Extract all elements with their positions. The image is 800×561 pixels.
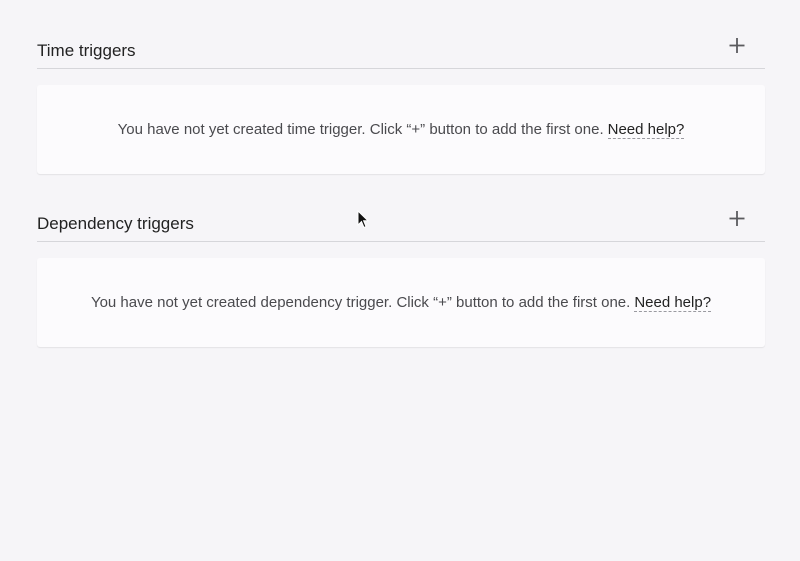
- time-triggers-empty-message: You have not yet created time trigger. C…: [117, 121, 604, 138]
- plus-icon: [729, 211, 745, 226]
- time-triggers-title: Time triggers: [37, 41, 136, 60]
- dependency-triggers-help-link[interactable]: Need help?: [634, 294, 712, 312]
- mouse-pointer-icon: [357, 210, 369, 229]
- add-dependency-trigger-button[interactable]: [723, 207, 751, 235]
- add-time-trigger-button[interactable]: [723, 34, 751, 62]
- dependency-triggers-empty-message: You have not yet created dependency trig…: [90, 294, 631, 311]
- time-triggers-header: Time triggers: [37, 34, 765, 69]
- dependency-triggers-header: Dependency triggers: [37, 207, 765, 242]
- time-triggers-section: Time triggers You have not yet created t…: [37, 34, 765, 174]
- dependency-triggers-title: Dependency triggers: [37, 214, 194, 233]
- time-triggers-help-link[interactable]: Need help?: [607, 121, 685, 139]
- plus-icon: [729, 38, 745, 53]
- time-triggers-empty-state: You have not yet created time trigger. C…: [37, 85, 765, 174]
- dependency-triggers-empty-state: You have not yet created dependency trig…: [37, 258, 765, 347]
- dependency-triggers-section: Dependency triggers You have not yet cre…: [37, 207, 765, 347]
